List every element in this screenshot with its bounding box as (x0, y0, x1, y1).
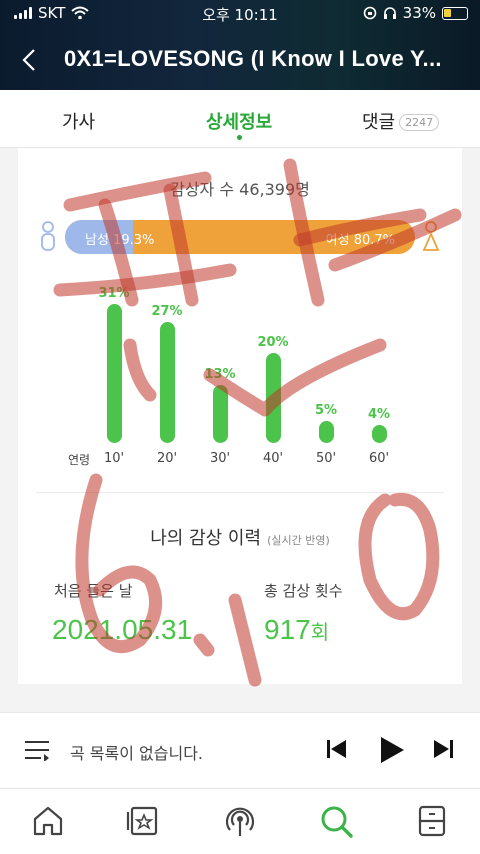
search-icon[interactable] (318, 803, 354, 839)
listener-count: 감상자 수 46,399명 (170, 180, 310, 199)
header: SKT 오후 10:11 33% 0X1=LOVESONG (I Know I … (0, 0, 480, 90)
age-tick-label: 50' (315, 451, 337, 466)
history-title: 나의 감상 이력 (실시간 반영) (150, 528, 330, 549)
male-icon (41, 221, 55, 251)
age-tick-label: 10' (103, 451, 125, 466)
age-bar-40 (265, 353, 281, 443)
detail-tabs: 가사 상세정보 댓글 2247 (0, 90, 480, 148)
female-icon (422, 221, 440, 251)
tab-lyrics[interactable]: 가사 (62, 108, 95, 134)
tab-comments[interactable]: 댓글 2247 (362, 108, 440, 134)
library-icon[interactable] (126, 803, 162, 839)
mini-player: 곡 목록이 없습니다. (0, 712, 480, 788)
age-tick-label: 30' (209, 451, 231, 466)
male-label: 남성 19.3% (85, 233, 155, 248)
screen-lock-icon (363, 6, 376, 20)
song-title: 0X1=LOVESONG (I Know I Love Y... (64, 46, 442, 71)
age-axis-label: 연령 (68, 453, 91, 467)
battery-icon (442, 6, 468, 20)
home-icon[interactable] (30, 803, 66, 839)
active-tab-indicator (237, 135, 242, 140)
age-bar-value: 4% (367, 407, 391, 422)
age-bar-value: 5% (314, 402, 338, 418)
tab-details[interactable]: 상세정보 (206, 108, 272, 134)
total-count-label: 총 감상 횟수 (264, 582, 343, 600)
comment-count-badge: 2247 (399, 114, 440, 131)
play-icon[interactable] (378, 735, 406, 765)
age-bar-30 (212, 384, 228, 443)
age-bar-value: 13% (204, 366, 236, 382)
listener-stats-card: 감상자 수 46,399명 남성 19.3% 여성 80.7% 31% 10' 27… (18, 148, 462, 684)
menu-icon[interactable] (414, 803, 450, 839)
age-bar-value: 27% (151, 303, 183, 319)
total-listen-count: 917회 (264, 614, 330, 645)
battery-percent: 33% (402, 4, 436, 22)
age-tick-label: 40' (262, 451, 284, 466)
headphones-icon (383, 7, 396, 19)
divider (36, 492, 444, 493)
first-listen-label: 처음 들은 날 (54, 582, 133, 600)
back-chevron-icon (22, 49, 35, 71)
age-bar-60 (371, 425, 387, 443)
playlist-icon[interactable] (24, 739, 50, 761)
age-tick-label: 20' (156, 451, 178, 466)
empty-playlist-message: 곡 목록이 없습니다. (70, 744, 204, 763)
age-tick-label: 60' (368, 451, 390, 466)
age-bar-50 (318, 420, 334, 443)
back-button[interactable] (14, 44, 44, 76)
gender-ratio-bar: 남성 19.3% 여성 80.7% (65, 220, 415, 254)
age-bar-value: 20% (257, 335, 289, 350)
status-bar: SKT 오후 10:11 33% (0, 0, 480, 28)
female-label: 여성 80.7% (325, 233, 395, 248)
podcast-icon[interactable] (222, 803, 258, 839)
first-listen-date: 2021.05.31 (52, 614, 193, 645)
age-bar-10 (106, 303, 122, 443)
age-bar-20 (159, 321, 175, 443)
bottom-navigation (0, 788, 480, 854)
next-icon[interactable] (432, 737, 454, 761)
history-subtitle: (실시간 반영) (267, 534, 330, 547)
previous-icon[interactable] (326, 737, 348, 761)
age-bar-value: 31% (98, 285, 130, 301)
